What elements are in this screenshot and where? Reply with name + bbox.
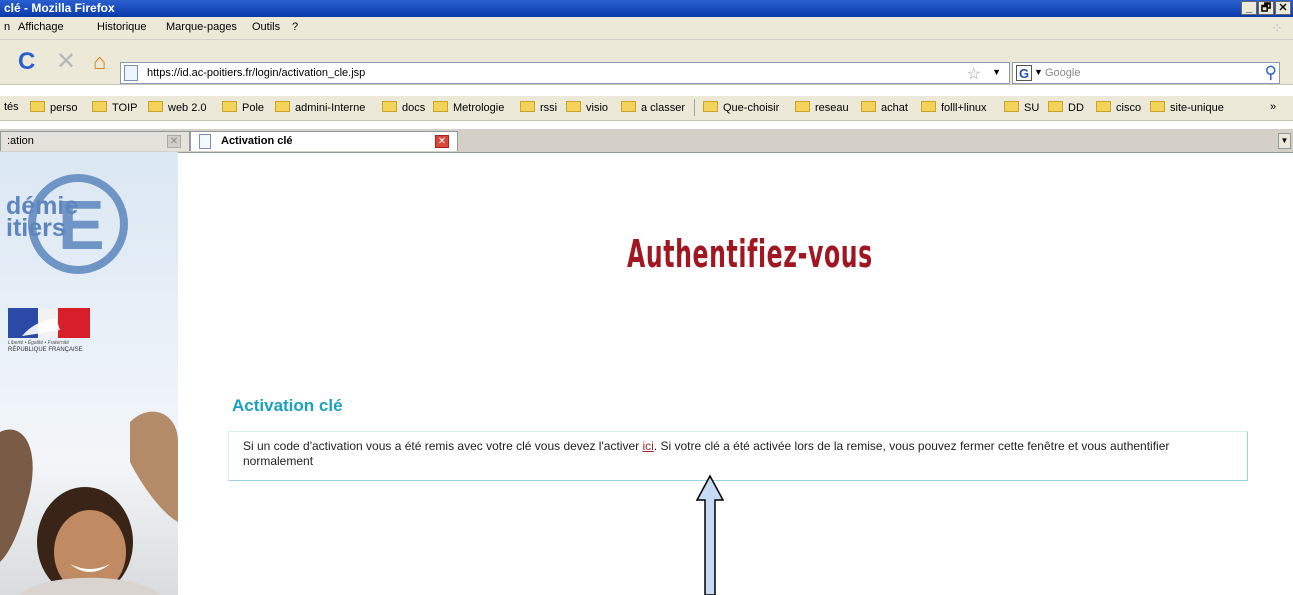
tab-label: Activation clé (221, 135, 293, 147)
page-title: Authentifiez-vous (627, 232, 873, 276)
bookmark-folder-cisco[interactable]: cisco (1096, 101, 1141, 114)
info-box: Si un code d'activation vous a été remis… (228, 431, 1248, 481)
bookmark-star-icon[interactable]: ☆ (967, 64, 981, 84)
folder-icon (703, 101, 718, 112)
section-heading: Activation clé (232, 396, 343, 415)
republic-name: RÉPUBLIQUE FRANÇAISE (8, 347, 83, 353)
search-icon[interactable]: ⚲ (1265, 63, 1277, 83)
menu-bar: n Affichage Historique Marque-pages Outi… (0, 17, 1293, 40)
bookmark-folder-admini-interne[interactable]: admini-Interne (275, 101, 365, 114)
academy-sidebar: E démie itiers Liberté • Égalité • Frate… (0, 152, 178, 595)
tab-close-icon[interactable]: ✕ (167, 135, 181, 148)
bookmark-folder-perso[interactable]: perso (30, 101, 78, 114)
url-bar[interactable]: https://id.ac-poitiers.fr/login/activati… (120, 62, 1010, 84)
folder-icon (30, 101, 45, 112)
logo-text-line2: itiers (6, 214, 66, 242)
folder-icon (566, 101, 581, 112)
students-photo (0, 411, 178, 595)
tab-label: :ation (7, 135, 34, 147)
url-text[interactable]: https://id.ac-poitiers.fr/login/activati… (147, 67, 365, 79)
page-icon (124, 65, 138, 81)
folder-icon (921, 101, 936, 112)
annotation-arrow-icon (695, 474, 725, 595)
folder-icon (1096, 101, 1111, 112)
bookmark-folder-que-choisir[interactable]: Que-choisir (703, 101, 779, 114)
bookmark-folder-toip[interactable]: TOIP (92, 101, 137, 114)
folder-icon (1048, 101, 1063, 112)
menu-item-marque-pages[interactable]: Marque-pages (166, 21, 237, 33)
stop-icon[interactable]: ✕ (56, 50, 76, 74)
bookmark-folder-site-unique[interactable]: site-unique (1150, 101, 1224, 114)
tab-activation-cle[interactable]: Activation clé ✕ (190, 131, 458, 151)
folder-icon (861, 101, 876, 112)
folder-icon (222, 101, 237, 112)
search-engine-dropdown-icon[interactable]: ▼ (1034, 67, 1043, 77)
activation-instructions: Si un code d'activation vous a été remis… (243, 439, 1170, 468)
bookmark-folder-su[interactable]: SU (1004, 101, 1039, 114)
folder-icon (1004, 101, 1019, 112)
folder-icon (795, 101, 810, 112)
google-engine-icon[interactable]: G (1016, 65, 1032, 81)
page-icon (199, 134, 211, 149)
bookmark-folder-achat[interactable]: achat (861, 101, 908, 114)
bookmark-partial[interactable]: tés (4, 101, 19, 113)
bookmark-folder-linux[interactable]: folll+linux (921, 101, 987, 114)
folder-icon (433, 101, 448, 112)
menu-item-historique[interactable]: Historique (97, 21, 147, 33)
bookmark-folder-docs[interactable]: docs (382, 101, 425, 114)
menu-item-affichage[interactable]: Affichage (18, 21, 64, 33)
folder-icon (520, 101, 535, 112)
bookmarks-overflow-button[interactable]: » (1270, 101, 1276, 113)
marianne-flag-logo (8, 308, 90, 338)
bookmarks-separator (694, 99, 695, 116)
menu-item-outils[interactable]: Outils (252, 21, 280, 33)
tab-list-dropdown-icon[interactable]: ▼ (1278, 133, 1291, 149)
bookmark-folder-web2[interactable]: web 2.0 (148, 101, 207, 114)
bookmark-folder-metrologie[interactable]: Metrologie (433, 101, 504, 114)
folder-icon (382, 101, 397, 112)
folder-icon (148, 101, 163, 112)
minimize-button[interactable]: _ (1241, 1, 1257, 15)
folder-icon (1150, 101, 1165, 112)
close-window-button[interactable]: ✕ (1275, 1, 1291, 15)
bookmarks-toolbar: tés perso TOIP web 2.0 Pole admini-Inter… (0, 96, 1293, 121)
menu-item-help[interactable]: ? (292, 21, 298, 33)
reload-icon[interactable]: C (18, 50, 35, 74)
menu-item-partial[interactable]: n (4, 21, 10, 33)
bookmark-folder-a-classer[interactable]: a classer (621, 101, 685, 114)
bookmark-folder-dd[interactable]: DD (1048, 101, 1084, 114)
bookmark-folder-visio[interactable]: visio (566, 101, 608, 114)
tab-bar: :ation ✕ Activation clé ✕ ▼ (0, 129, 1293, 153)
window-title: clé - Mozilla Firefox (4, 1, 115, 15)
folder-icon (621, 101, 636, 112)
url-dropdown-icon[interactable]: ▼ (992, 67, 1001, 77)
throbber-icon: ⁘ (1271, 20, 1283, 36)
bookmark-folder-pole[interactable]: Pole (222, 101, 264, 114)
folder-icon (92, 101, 107, 112)
tab-close-icon[interactable]: ✕ (435, 135, 449, 148)
search-input[interactable]: Google (1045, 67, 1080, 79)
bookmark-folder-reseau[interactable]: reseau (795, 101, 849, 114)
maximize-button[interactable]: 🗗 (1258, 1, 1274, 15)
activation-link[interactable]: ici (642, 439, 653, 453)
bookmark-folder-rssi[interactable]: rssi (520, 101, 557, 114)
folder-icon (275, 101, 290, 112)
window-titlebar: clé - Mozilla Firefox _ 🗗 ✕ (0, 0, 1293, 17)
republic-motto: Liberté • Égalité • Fraternité (8, 340, 70, 346)
search-box[interactable]: G ▼ Google ⚲ (1012, 62, 1280, 84)
home-icon[interactable]: ⌂ (93, 50, 106, 74)
tab-inactive[interactable]: :ation ✕ (0, 131, 190, 151)
